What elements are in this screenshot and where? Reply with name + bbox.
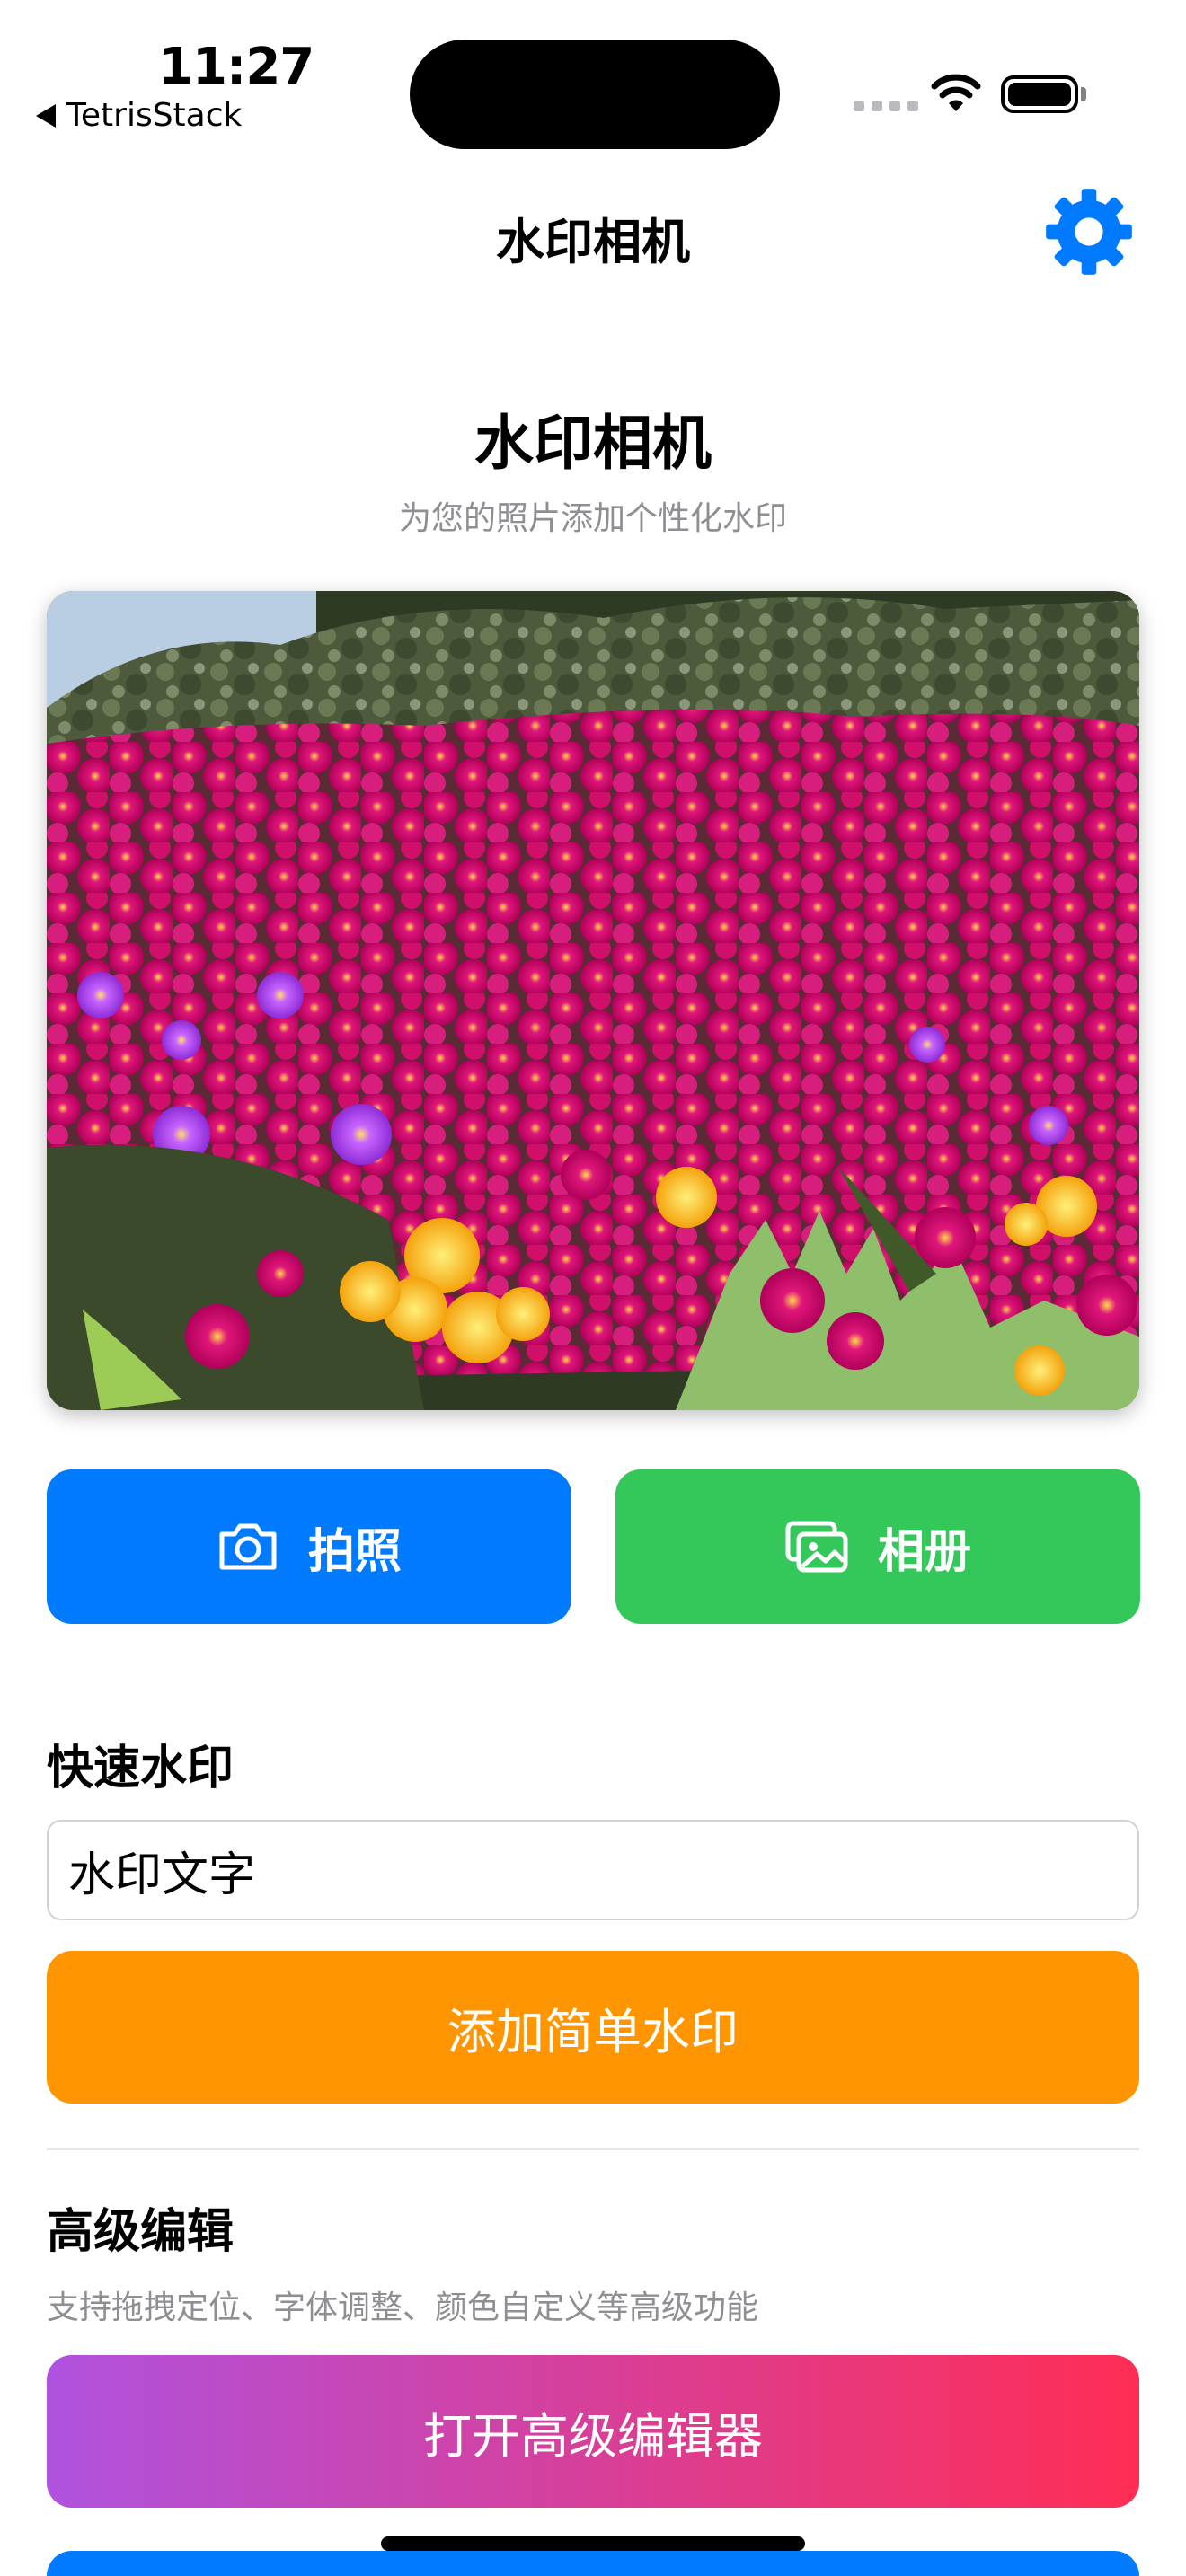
battery-icon bbox=[1001, 75, 1078, 113]
dynamic-island bbox=[410, 40, 780, 149]
advanced-edit-description: 支持拖拽定位、字体调整、颜色自定义等高级功能 bbox=[47, 2289, 759, 2326]
open-advanced-editor-label: 打开高级编辑器 bbox=[423, 2407, 763, 2465]
battery-tip bbox=[1081, 87, 1086, 101]
camera-button-label: 拍照 bbox=[307, 1524, 402, 1579]
gear-icon[interactable] bbox=[1042, 185, 1136, 278]
quick-watermark-title: 快速水印 bbox=[47, 1742, 235, 1795]
open-advanced-editor-button[interactable]: 打开高级编辑器 bbox=[47, 2355, 1139, 2508]
back-app-label: TetrisStack bbox=[66, 97, 243, 134]
status-time: 11:27 bbox=[158, 38, 314, 96]
photo-library-icon bbox=[785, 1521, 848, 1573]
back-to-app-link[interactable]: TetrisStack bbox=[36, 97, 242, 134]
add-simple-watermark-label: 添加简单水印 bbox=[447, 2003, 739, 2060]
signal-icon bbox=[854, 101, 918, 111]
camera-icon bbox=[219, 1523, 277, 1570]
nav-title: 水印相机 bbox=[496, 214, 690, 270]
back-arrow-icon bbox=[36, 103, 56, 128]
partial-button[interactable] bbox=[47, 2551, 1139, 2576]
watermark-text-input[interactable] bbox=[47, 1820, 1139, 1920]
divider bbox=[47, 2148, 1139, 2150]
screen: 11:27 TetrisStack 水印相机 水印相机 为您的照片添加个性化水印 bbox=[0, 0, 1186, 2576]
add-simple-watermark-button[interactable]: 添加简单水印 bbox=[47, 1951, 1139, 2104]
hero-subtitle: 为您的照片添加个性化水印 bbox=[398, 500, 787, 537]
home-indicator[interactable] bbox=[381, 2536, 805, 2551]
hero-title: 水印相机 bbox=[474, 409, 712, 478]
album-button-label: 相册 bbox=[877, 1524, 971, 1579]
wifi-icon bbox=[931, 74, 981, 111]
advanced-edit-title: 高级编辑 bbox=[47, 2205, 235, 2259]
camera-button[interactable]: 拍照 bbox=[47, 1469, 571, 1624]
album-button[interactable]: 相册 bbox=[615, 1469, 1140, 1624]
photo-preview bbox=[47, 591, 1139, 1410]
